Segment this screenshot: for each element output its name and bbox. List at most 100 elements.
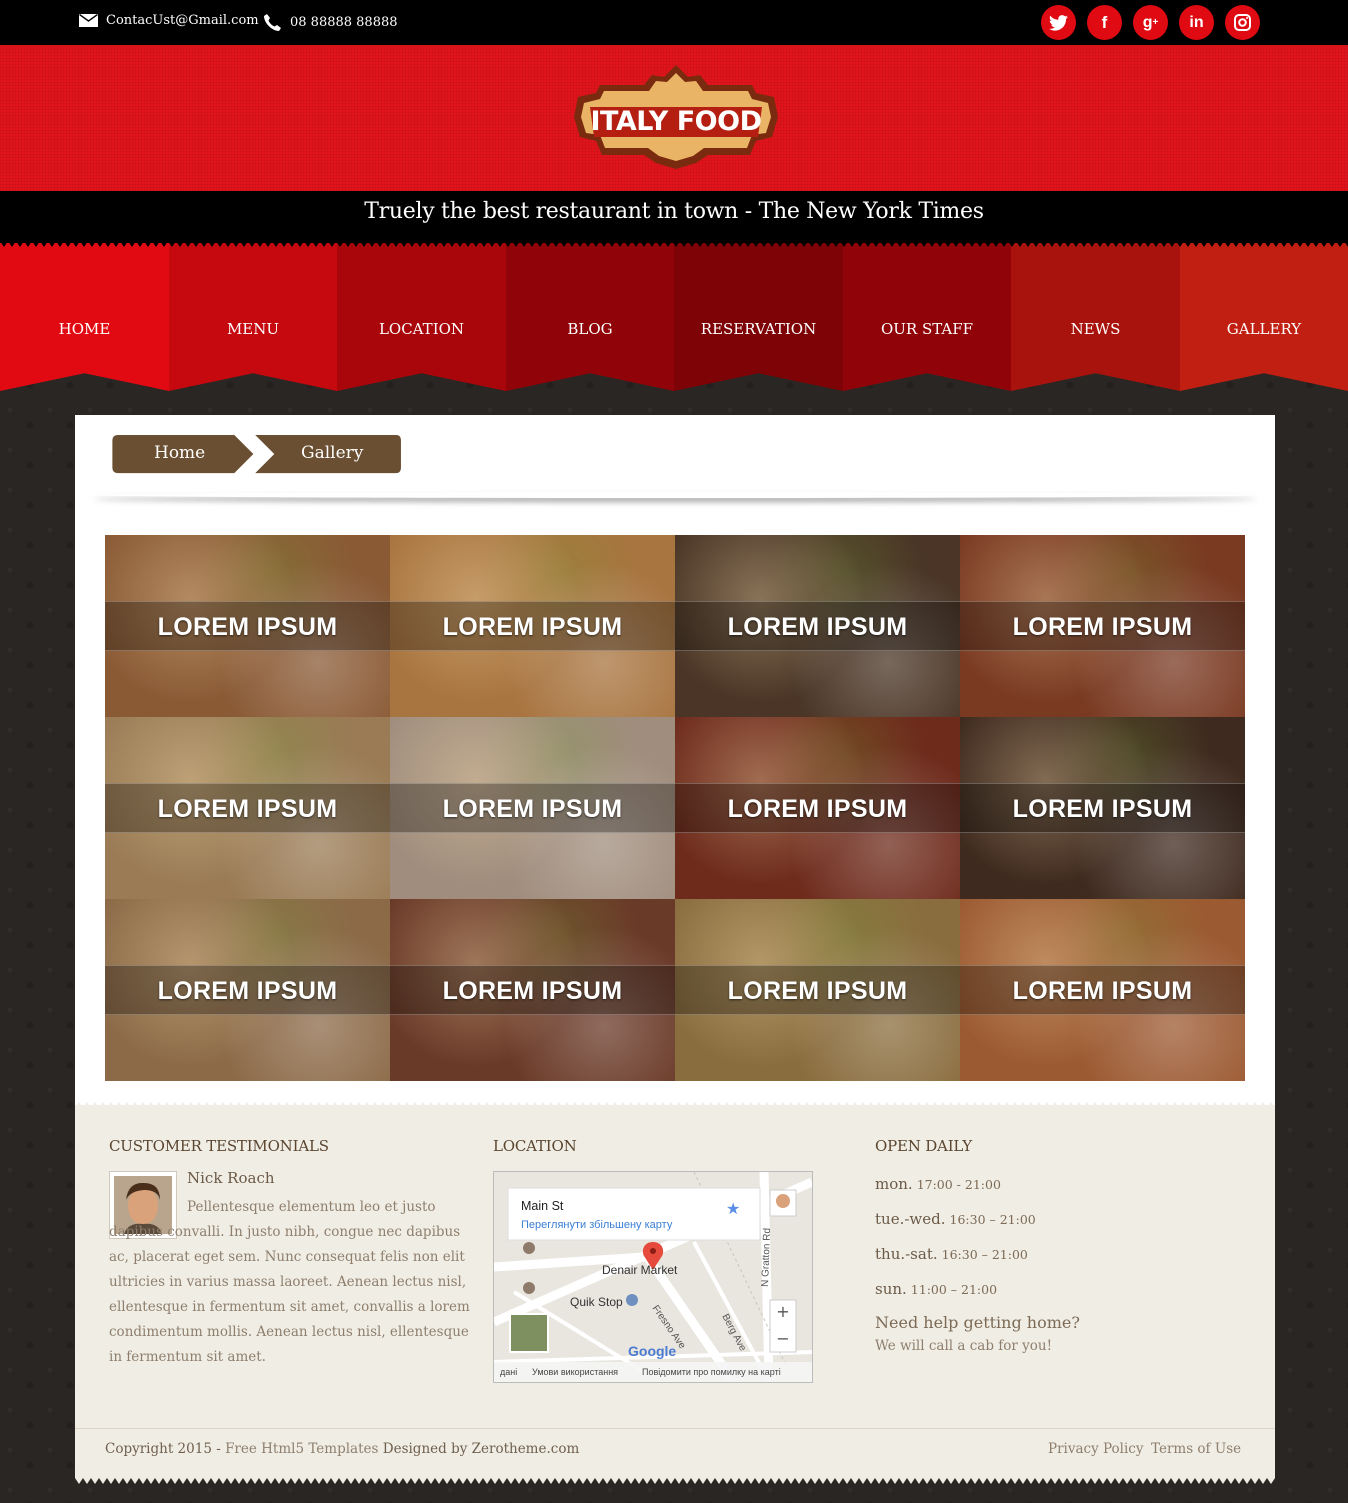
location-heading: LOCATION (493, 1137, 577, 1155)
phone-text: 08 88888 88888 (290, 15, 398, 30)
star-icon: ★ (726, 1199, 740, 1218)
help-title: Need help getting home? (875, 1313, 1080, 1332)
phone-contact[interactable]: 08 88888 88888 (263, 13, 398, 32)
gallery-item[interactable]: LOREM IPSUM (960, 717, 1245, 899)
nav-item-news[interactable]: NEWS (1011, 243, 1180, 391)
nav-item-reservation[interactable]: RESERVATION (674, 243, 843, 391)
breadcrumb-home[interactable]: Home (154, 443, 205, 463)
site-header: ITALY FOOD (0, 45, 1348, 191)
nav-label: BLOG (567, 320, 613, 338)
hours-time: 16:30 – 21:00 (941, 1247, 1028, 1262)
hours-day: sun. (875, 1280, 907, 1298)
tagline-bar: Truely the best restaurant in town - The… (0, 191, 1348, 243)
testimonials-heading: CUSTOMER TESTIMONIALS (109, 1137, 329, 1155)
nav-label: NEWS (1070, 320, 1121, 338)
privacy-link[interactable]: Privacy Policy (1048, 1441, 1144, 1457)
mail-icon (79, 14, 98, 27)
instagram-icon[interactable] (1225, 5, 1260, 40)
email-contact[interactable]: ContacUst@Gmail.com (79, 13, 259, 28)
footer-divider (75, 1428, 1275, 1429)
google-plus-icon[interactable]: g + (1133, 5, 1168, 40)
svg-text:дані: дані (500, 1367, 517, 1377)
gallery-caption: LOREM IPSUM (727, 795, 908, 823)
gallery-caption: LOREM IPSUM (727, 977, 908, 1005)
hours-heading: OPEN DAILY (875, 1137, 972, 1155)
nav-label: OUR STAFF (880, 320, 974, 338)
hours-row: sun. 11:00 – 21:00 (875, 1280, 997, 1298)
hours-day: thu.-sat. (875, 1245, 938, 1263)
svg-text:Повідомити про помилку на карт: Повідомити про помилку на карті (642, 1367, 781, 1377)
linkedin-icon[interactable]: in (1179, 5, 1214, 40)
nav-label: GALLERY (1226, 320, 1302, 338)
hours-day: tue.-wed. (875, 1210, 946, 1228)
svg-text:Main St: Main St (521, 1199, 564, 1213)
breadcrumb-current: Gallery (301, 443, 364, 463)
zoom-in-icon: + (776, 1302, 789, 1321)
gallery-item[interactable]: LOREM IPSUM (390, 717, 675, 899)
hours-row: mon. 17:00 - 21:00 (875, 1175, 1001, 1193)
main-nav: HOME MENU LOCATION BLOG RESERVATION OUR STAFF… (0, 243, 1348, 393)
hours-day: mon. (875, 1175, 913, 1193)
facebook-icon[interactable]: f (1087, 5, 1122, 40)
gallery-item[interactable]: LOREM IPSUM (105, 899, 390, 1081)
designed-by[interactable]: Designed by Zerotheme.com (383, 1441, 580, 1457)
nav-item-home[interactable]: HOME (0, 243, 169, 391)
gallery-item[interactable]: LOREM IPSUM (105, 717, 390, 899)
gallery-grid: LOREM IPSUM LOREM IPSUM LOREM IPSUM LOREM I… (105, 535, 1245, 1081)
testimonial-author: Nick Roach (187, 1169, 275, 1187)
hours-time: 17:00 - 21:00 (916, 1177, 1001, 1192)
breadcrumb (112, 435, 401, 474)
location-map[interactable]: Main St Переглянути збільшену карту ★ De… (493, 1171, 813, 1383)
main-content: Home Gallery LOREM IPSUM LOREM IPSUM LOREM… (75, 415, 1275, 1105)
svg-text:Умови використання: Умови використання (532, 1367, 618, 1377)
gallery-item[interactable]: LOREM IPSUM (675, 899, 960, 1081)
hours-time: 11:00 – 21:00 (910, 1282, 998, 1297)
nav-zigzag-top (0, 241, 1348, 247)
nav-item-menu[interactable]: MENU (169, 243, 337, 391)
svg-text:ITALY FOOD: ITALY FOOD (591, 106, 762, 137)
nav-item-our-staff[interactable]: OUR STAFF (843, 243, 1011, 391)
privacy-label: Privacy Policy (1048, 1441, 1144, 1457)
nav-label: HOME (58, 320, 111, 338)
svg-text:Google: Google (628, 1343, 676, 1359)
hours-time: 16:30 – 21:00 (949, 1212, 1036, 1227)
phone-icon (264, 14, 281, 31)
gallery-item[interactable]: LOREM IPSUM (675, 717, 960, 899)
italy-food-logo[interactable]: ITALY FOOD (572, 63, 780, 171)
nav-item-blog[interactable]: BLOG (506, 243, 674, 391)
nav-label: LOCATION (378, 320, 465, 338)
twitter-icon[interactable] (1041, 5, 1076, 40)
gallery-caption: LOREM IPSUM (157, 613, 338, 641)
gallery-caption: LOREM IPSUM (157, 795, 338, 823)
gallery-item[interactable]: LOREM IPSUM (960, 535, 1245, 717)
svg-text:Quik Stop: Quik Stop (570, 1295, 623, 1309)
gallery-caption: LOREM IPSUM (442, 795, 623, 823)
gallery-caption: LOREM IPSUM (1012, 613, 1193, 641)
gallery-caption: LOREM IPSUM (1012, 795, 1193, 823)
terms-link[interactable]: Terms of Use (1151, 1441, 1241, 1457)
tagline: Truely the best restaurant in town - The… (364, 199, 984, 224)
templates-link[interactable]: Free Html5 Templates (225, 1441, 378, 1457)
footer-zigzag-bottom (75, 1478, 1275, 1484)
hours-row: thu.-sat. 16:30 – 21:00 (875, 1245, 1028, 1263)
nav-item-location[interactable]: LOCATION (337, 243, 506, 391)
gallery-item[interactable]: LOREM IPSUM (390, 535, 675, 717)
svg-text:N Gratton Rd: N Gratton Rd (760, 1228, 773, 1287)
breadcrumb-shadow (93, 492, 1257, 498)
testimonial-text: Pellentesque elementum leo et justo dapi… (109, 1199, 470, 1365)
svg-text:Переглянути збільшену карту: Переглянути збільшену карту (521, 1219, 673, 1231)
copyright-prefix: Copyright 2015 - (105, 1441, 221, 1457)
gallery-caption: LOREM IPSUM (157, 977, 338, 1005)
gallery-caption: LOREM IPSUM (1012, 977, 1193, 1005)
terms-label: Terms of Use (1151, 1441, 1242, 1457)
gallery-caption: LOREM IPSUM (442, 977, 623, 1005)
gallery-item[interactable]: LOREM IPSUM (105, 535, 390, 717)
gallery-item[interactable]: LOREM IPSUM (960, 899, 1245, 1081)
nav-item-gallery[interactable]: GALLERY (1180, 243, 1348, 391)
footer: CUSTOMER TESTIMONIALS Nick Roach Pellent… (75, 1105, 1275, 1478)
gallery-item[interactable]: LOREM IPSUM (390, 899, 675, 1081)
email-text: ContacUst@Gmail.com (106, 13, 259, 28)
help-text: We will call a cab for you! (875, 1338, 1053, 1354)
gallery-item[interactable]: LOREM IPSUM (675, 535, 960, 717)
nav-label: RESERVATION (700, 320, 817, 338)
